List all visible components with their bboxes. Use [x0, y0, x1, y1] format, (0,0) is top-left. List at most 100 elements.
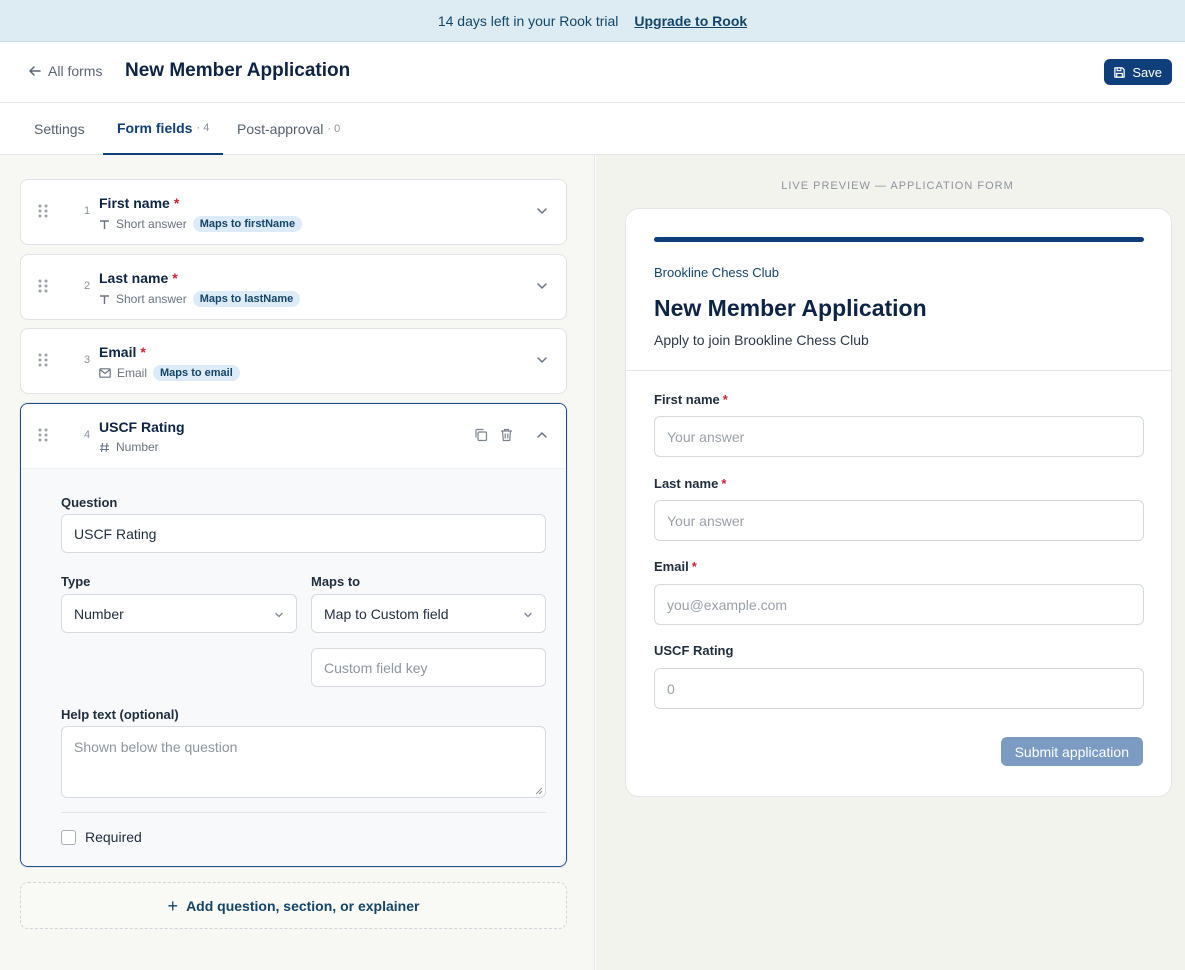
trial-banner-text: 14 days left in your Rook trial [437, 12, 619, 29]
drag-handle-icon[interactable] [38, 428, 48, 442]
tab-settings[interactable]: Settings [34, 103, 85, 155]
question-input[interactable]: USCF Rating [61, 514, 546, 553]
required-star: * [691, 559, 697, 574]
chevron-down-icon [524, 612, 532, 618]
live-preview-label: LIVE PREVIEW — APPLICATION FORM [781, 180, 1014, 192]
submit-application-button[interactable]: Submit application [1000, 737, 1143, 766]
field-meta: Short answer Maps to firstName [99, 216, 303, 232]
field-name: USCF Rating [99, 419, 185, 435]
chevron-up-icon[interactable] [536, 429, 548, 441]
preview-first-name-input[interactable]: Your answer [654, 416, 1144, 457]
required-star: * [140, 344, 146, 360]
drag-handle-icon[interactable] [38, 279, 48, 293]
mail-icon [99, 368, 111, 378]
field-number: 4 [83, 429, 91, 441]
field-card-email[interactable]: 3 Email * Email Maps to email [20, 328, 567, 394]
help-text-label: Help text (optional) [61, 707, 179, 722]
preview-field-label-text: Email [654, 559, 689, 574]
preview-uscf-rating-input[interactable]: 0 [654, 668, 1144, 709]
tab-label: Settings [34, 121, 85, 137]
field-card-uscf-rating[interactable]: 4 USCF Rating Number Question USCF Ratin… [20, 403, 567, 867]
tab-label: Form fields [117, 120, 193, 136]
preview-field-label-text: Last name [654, 476, 719, 491]
save-button[interactable]: Save [1104, 59, 1172, 85]
chevron-down-icon[interactable] [536, 354, 548, 366]
resize-handle-icon[interactable] [535, 787, 543, 795]
mapping-badge: Maps to email [153, 365, 240, 381]
type-label: Type [61, 574, 91, 589]
field-name: First name * [99, 195, 179, 211]
tab-bar: Settings Form fields · 4 Post-approval ·… [0, 103, 1185, 155]
page-header: All forms New Member Application Save [0, 42, 1185, 103]
plus-icon: + [167, 895, 179, 916]
trial-banner: 14 days left in your Rook trial Upgrade … [0, 0, 1185, 42]
add-question-label: Add question, section, or explainer [186, 897, 420, 914]
required-checkbox[interactable] [61, 830, 76, 845]
divider [626, 370, 1171, 371]
hash-icon [100, 442, 109, 452]
field-type: Short answer [116, 292, 187, 306]
trash-icon[interactable] [500, 428, 513, 442]
custom-field-key-input[interactable]: Custom field key [311, 648, 546, 687]
text-type-icon [100, 294, 109, 304]
preview-field-label-text: First name [654, 392, 720, 407]
tab-label: Post-approval [237, 121, 324, 137]
field-card-header[interactable]: 4 USCF Rating Number [21, 404, 566, 468]
field-number: 3 [83, 354, 91, 366]
save-icon [1114, 66, 1126, 78]
chevron-down-icon [275, 612, 283, 618]
required-star: * [172, 270, 178, 286]
field-name: Email * [99, 344, 146, 360]
drag-handle-icon[interactable] [38, 204, 48, 218]
field-card-last-name[interactable]: 2 Last name * Short answer Maps to lastNa… [20, 254, 567, 320]
back-to-all-forms-link[interactable]: All forms [28, 63, 102, 79]
preview-email-input[interactable]: you@example.com [654, 584, 1144, 625]
field-editor-panel: 1 First name * Short answer Maps to first… [0, 155, 595, 970]
divider [61, 812, 546, 813]
preview-field-label: Email * [654, 559, 697, 574]
drag-handle-icon[interactable] [38, 353, 48, 367]
required-star: * [721, 476, 727, 491]
required-checkbox-label: Required [85, 829, 142, 845]
field-meta: Short answer Maps to lastName [99, 291, 301, 307]
upgrade-link[interactable]: Upgrade to Rook [634, 13, 747, 29]
field-number: 1 [83, 205, 91, 217]
field-name: Last name * [99, 270, 178, 286]
type-select[interactable]: Number [61, 594, 297, 633]
tab-count: · 0 [327, 123, 341, 135]
help-text-placeholder: Shown below the question [74, 739, 238, 755]
field-settings-body: Question USCF Rating Type Number Maps to… [21, 468, 566, 866]
field-type: Short answer [116, 217, 187, 231]
field-name-text: Last name [99, 270, 169, 286]
maps-to-select[interactable]: Map to Custom field [311, 594, 546, 633]
arrow-left-icon [29, 66, 41, 76]
add-question-button[interactable]: + Add question, section, or explainer [20, 882, 567, 929]
chevron-down-icon[interactable] [536, 205, 548, 217]
save-label: Save [1132, 64, 1162, 80]
chevron-down-icon[interactable] [536, 280, 548, 292]
tab-form-fields[interactable]: Form fields · 4 [103, 103, 224, 155]
required-star: * [173, 195, 180, 211]
tab-count: · 4 [196, 122, 210, 134]
field-meta: Number [99, 440, 159, 454]
preview-field-label: USCF Rating [654, 643, 736, 658]
tab-post-approval[interactable]: Post-approval · 0 [237, 103, 340, 155]
preview-field-label: Last name * [654, 476, 726, 491]
field-type: Email [117, 366, 148, 380]
field-meta: Email Maps to email [99, 365, 240, 381]
duplicate-icon[interactable] [474, 428, 488, 442]
field-name-text: Email [99, 344, 137, 360]
page-title: New Member Application [125, 60, 351, 81]
type-select-value: Number [74, 605, 124, 622]
field-card-first-name[interactable]: 1 First name * Short answer Maps to first… [20, 179, 567, 245]
text-type-icon [100, 219, 109, 229]
question-label: Question [61, 495, 118, 510]
preview-field-label: First name * [654, 392, 728, 407]
accent-bar [654, 237, 1144, 242]
preview-last-name-input[interactable]: Your answer [654, 500, 1144, 541]
back-label: All forms [48, 63, 103, 79]
live-preview-panel: LIVE PREVIEW — APPLICATION FORM Brooklin… [596, 155, 1185, 970]
preview-title: New Member Application [654, 295, 927, 321]
help-text-textarea[interactable]: Shown below the question [61, 726, 546, 798]
required-star: * [722, 392, 728, 407]
